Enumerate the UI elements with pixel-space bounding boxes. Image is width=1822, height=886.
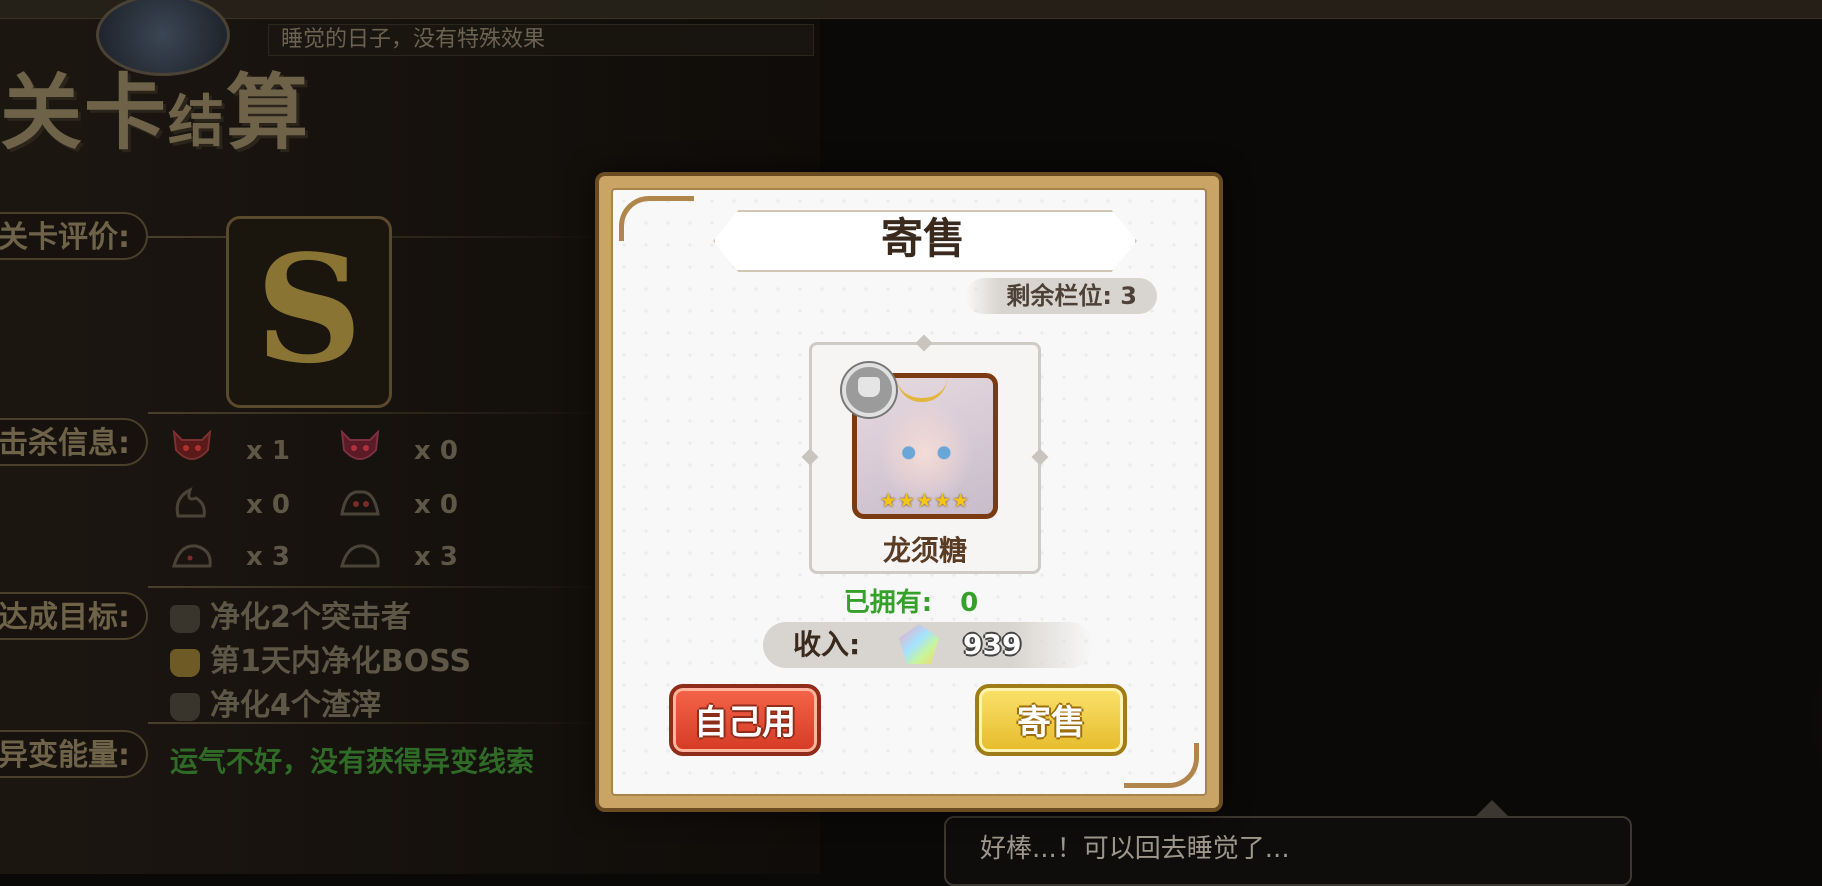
dialog-title: 寄售 — [880, 214, 965, 263]
kill-count: x 0 — [414, 436, 458, 466]
day-effect-text: 睡觉的日子，没有特殊效果 — [268, 24, 814, 56]
demon-mask-icon — [170, 428, 214, 464]
demon-mask-icon — [338, 428, 382, 464]
use-self-button[interactable]: 自己用 — [669, 684, 821, 756]
trophy-icon — [170, 604, 200, 633]
goal-item: 净化2个突击者 — [170, 592, 411, 636]
income-bar: 收入: 939 — [763, 622, 1093, 668]
income-label: 收入: — [793, 628, 861, 661]
owned-count: 已拥有: 0 — [613, 582, 1209, 619]
energy-label: 异变能量: — [0, 730, 148, 778]
goal-text: 净化4个渣滓 — [210, 688, 381, 723]
crown-icon — [897, 378, 947, 402]
divider — [148, 586, 608, 588]
goal-text: 净化2个突击者 — [210, 600, 411, 635]
kill-count: x 0 — [414, 490, 458, 520]
frame-ornament — [915, 334, 933, 352]
star-rating: ★★★★★ — [879, 490, 971, 512]
page-title: 关卡结算 — [0, 46, 310, 165]
item-name: 龙须糖 — [882, 534, 967, 567]
rating-label: 关卡评价: — [0, 212, 148, 260]
frame-ornament — [801, 448, 819, 466]
owned-label: 已拥有: — [843, 588, 933, 618]
divider — [148, 722, 608, 724]
consign-button[interactable]: 寄售 — [975, 684, 1127, 756]
goal-item: 净化4个渣滓 — [170, 680, 381, 724]
kill-label: 击杀信息: — [0, 418, 148, 466]
kill-count: x 3 — [246, 542, 290, 572]
income-value: 939 — [963, 628, 1022, 661]
divider — [148, 412, 608, 414]
slime-icon — [170, 536, 214, 572]
speech-bubble: 好棒...！可以回去睡觉了... — [944, 800, 1632, 886]
rank-badge-icon — [842, 363, 896, 417]
kill-count: x 0 — [246, 490, 290, 520]
kill-count: x 1 — [246, 436, 290, 466]
goal-text: 第1天内净化BOSS — [210, 644, 472, 679]
goal-item: 第1天内净化BOSS — [170, 636, 471, 680]
title-part: 算 — [226, 66, 311, 161]
goal-label: 达成目标: — [0, 592, 148, 640]
owned-value: 0 — [960, 588, 979, 618]
slime-icon — [338, 536, 382, 572]
top-bar — [0, 0, 1822, 19]
dialog-body: 寄售 剩余栏位: 3 ★★★★★ 龙须糖 已拥有: 0 收入: 939 自己用 寄… — [611, 188, 1207, 796]
corner-ornament — [1124, 743, 1199, 788]
trophy-icon — [170, 692, 200, 721]
energy-status: 运气不好，没有获得异变线索 — [170, 745, 535, 778]
grade-badge: S — [226, 216, 392, 408]
consignment-dialog: 寄售 剩余栏位: 3 ★★★★★ 龙须糖 已拥有: 0 收入: 939 自己用 寄… — [599, 176, 1219, 808]
trophy-icon — [170, 648, 200, 677]
flame-beast-icon — [170, 484, 214, 520]
item-card[interactable]: ★★★★★ 龙须糖 — [801, 334, 1049, 574]
gem-icon — [899, 624, 939, 664]
title-part: 关卡 — [0, 66, 169, 161]
title-part-small: 结 — [168, 90, 227, 155]
horned-blob-icon — [338, 484, 382, 520]
remaining-slots: 剩余栏位: 3 — [966, 278, 1157, 314]
frame-ornament — [1031, 448, 1049, 466]
corner-ornament — [619, 196, 694, 241]
kill-count: x 3 — [414, 542, 458, 572]
